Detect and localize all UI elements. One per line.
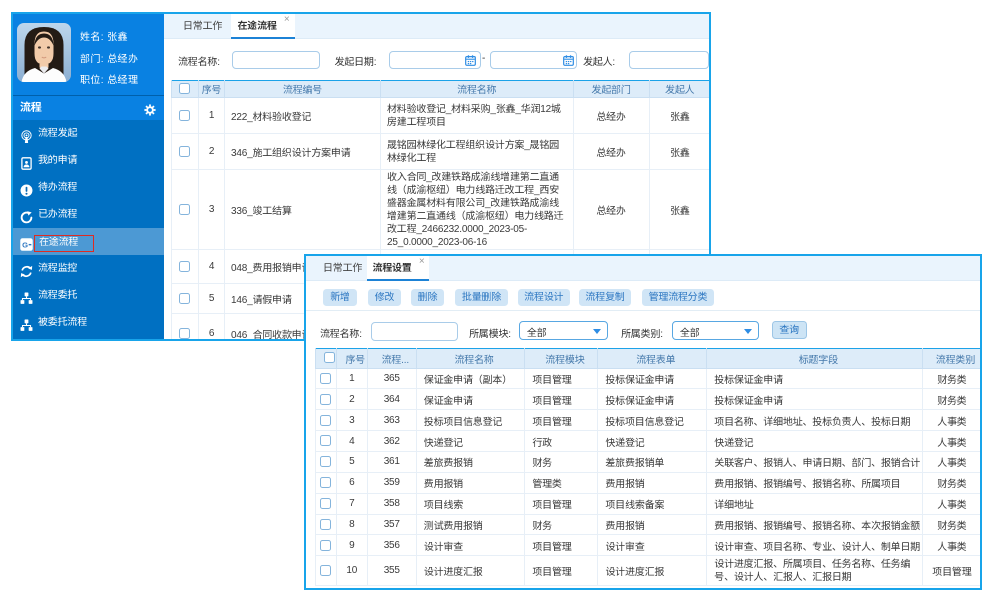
svg-text:G: G [22, 240, 28, 249]
